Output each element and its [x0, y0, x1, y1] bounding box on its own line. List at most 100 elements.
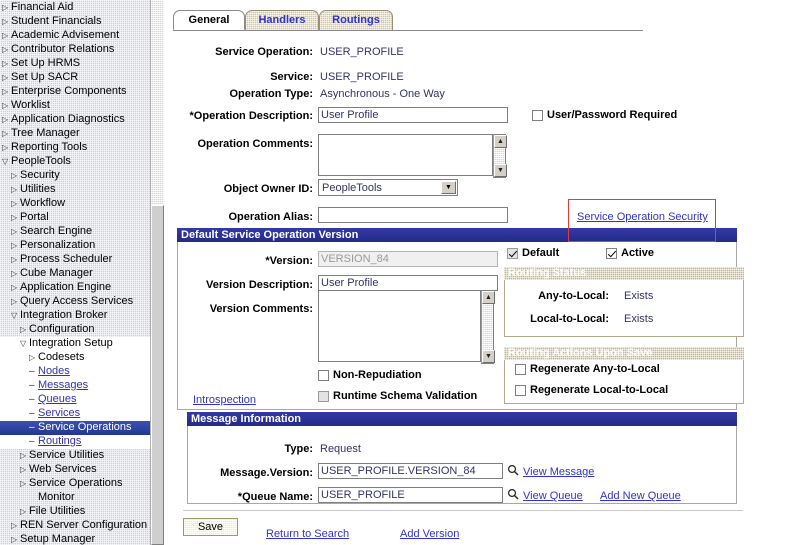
sidebar-item-student-financials[interactable]: ▷ Student Financials	[0, 15, 150, 29]
regenerate-local-to-local-checkbox[interactable]: Regenerate Local-to-Local	[515, 384, 668, 396]
sidebar-item-label: Web Services	[29, 463, 97, 475]
sidebar-item-routings[interactable]: – Routings	[0, 435, 150, 449]
sidebar-item-portal[interactable]: ▷ Portal	[0, 211, 150, 225]
operation-comments-textarea[interactable]	[318, 134, 493, 176]
active-checkbox[interactable]: Active	[606, 247, 654, 259]
sidebar-item-integration-broker[interactable]: ▽ Integration Broker	[0, 309, 150, 323]
object-owner-id-select[interactable]: PeopleTools ▼	[318, 179, 458, 196]
add-version-link[interactable]: Add Version	[400, 528, 459, 540]
tab-handlers[interactable]: Handlers	[245, 10, 319, 30]
search-icon[interactable]	[507, 464, 519, 476]
save-button-label: Save	[197, 521, 224, 533]
sidebar-item-web-services[interactable]: ▷ Web Services	[0, 463, 150, 477]
sidebar-item-workflow[interactable]: ▷ Workflow	[0, 197, 150, 211]
local-to-local-value: Exists	[624, 313, 654, 325]
sidebar-item-academic-advisement[interactable]: ▷ Academic Advisement	[0, 29, 150, 43]
save-button[interactable]: Save	[183, 518, 238, 536]
tab-general[interactable]: General	[173, 10, 245, 30]
sidebar-item-monitor[interactable]: Monitor	[0, 491, 150, 505]
sidebar-item-contributor-relations[interactable]: ▷ Contributor Relations	[0, 43, 150, 57]
checkbox-box	[507, 247, 518, 259]
sidebar-item-messages[interactable]: – Messages	[0, 379, 150, 393]
sidebar-item-cube-manager[interactable]: ▷ Cube Manager	[0, 267, 150, 281]
sidebar-item-enterprise-components[interactable]: ▷ Enterprise Components	[0, 85, 150, 99]
sidebar-item-security[interactable]: ▷ Security	[0, 169, 150, 183]
checkbox-box	[515, 363, 526, 375]
queue-name-input[interactable]	[318, 487, 503, 503]
view-queue-link[interactable]: View Queue	[523, 490, 583, 502]
sidebar-item-tree-manager[interactable]: ▷ Tree Manager	[0, 127, 150, 141]
sidebar-item-label: Service Operations	[38, 421, 132, 433]
operation-type-value: Asynchronous - One Way	[320, 88, 445, 100]
version-comments-label: Version Comments:	[209, 303, 313, 315]
tab-routings[interactable]: Routings	[319, 10, 393, 30]
chevron-right-icon: ▷	[20, 479, 27, 488]
sidebar-item-configuration[interactable]: ▷ Configuration	[0, 323, 150, 337]
sidebar-item-service-operations[interactable]: – Service Operations	[0, 421, 150, 435]
sidebar-item-setup-manager[interactable]: ▷ Setup Manager	[0, 533, 150, 545]
operation-description-input[interactable]	[318, 107, 508, 123]
message-version-input[interactable]	[318, 463, 503, 479]
chevron-right-icon: ▷	[11, 185, 18, 194]
scroll-up-icon[interactable]: ▲	[494, 135, 507, 148]
non-repudiation-label: Non-Repudiation	[333, 369, 422, 381]
sidebar-item-worklist[interactable]: ▷ Worklist	[0, 99, 150, 113]
regenerate-any-to-local-checkbox[interactable]: Regenerate Any-to-Local	[515, 363, 660, 375]
sidebar-item-services[interactable]: – Services	[0, 407, 150, 421]
sidebar-item-service-operations[interactable]: ▷ Service Operations	[0, 477, 150, 491]
sidebar-item-query-access-services[interactable]: ▷ Query Access Services	[0, 295, 150, 309]
peoplesoft-page: ▷ Financial Aid ▷ Student Financials ▷ Academ…	[0, 0, 789, 545]
service-operation-security-link[interactable]: Service Operation Security	[577, 211, 708, 223]
scroll-down-icon[interactable]: ▼	[494, 164, 507, 177]
message-type-value: Request	[320, 443, 361, 455]
sidebar-item-utilities[interactable]: ▷ Utilities	[0, 183, 150, 197]
introspection-link[interactable]: Introspection	[193, 394, 256, 406]
checkbox-box	[515, 384, 526, 396]
chevron-right-icon: ▷	[11, 535, 18, 544]
page-vertical-scrollbar[interactable]	[150, 0, 164, 545]
sidebar-item-codesets[interactable]: ▷ Codesets	[0, 351, 150, 365]
search-icon[interactable]	[507, 488, 519, 500]
service-operation-label: Service Operation:	[215, 46, 313, 58]
sidebar-item-search-engine[interactable]: ▷ Search Engine	[0, 225, 150, 239]
sidebar-item-reporting-tools[interactable]: ▷ Reporting Tools	[0, 141, 150, 155]
sidebar-item-ren-server-configuration[interactable]: ▷ REN Server Configuration	[0, 519, 150, 533]
sidebar-item-process-scheduler[interactable]: ▷ Process Scheduler	[0, 253, 150, 267]
sidebar-item-label: Process Scheduler	[20, 253, 113, 265]
version-comments-textarea[interactable]	[318, 290, 481, 362]
scroll-down-icon[interactable]: ▼	[482, 350, 495, 363]
sidebar-item-queues[interactable]: – Queues	[0, 393, 150, 407]
sidebar-item-file-utilities[interactable]: ▷ File Utilities	[0, 505, 150, 519]
add-new-queue-link[interactable]: Add New Queue	[600, 490, 681, 502]
sidebar-item-peopletools[interactable]: ▽ PeopleTools	[0, 155, 150, 169]
sidebar-item-service-utilities[interactable]: ▷ Service Utilities	[0, 449, 150, 463]
sidebar-item-set-up-hrms[interactable]: ▷ Set Up HRMS	[0, 57, 150, 71]
non-repudiation-checkbox[interactable]: Non-Repudiation	[318, 369, 422, 381]
version-comments-scrollbar[interactable]: ▲ ▼	[481, 290, 495, 364]
message-version-label: Message.Version:	[220, 467, 313, 479]
sidebar-item-personalization[interactable]: ▷ Personalization	[0, 239, 150, 253]
scrollbar-thumb[interactable]	[151, 205, 164, 545]
sidebar-item-nodes[interactable]: – Nodes	[0, 365, 150, 379]
sidebar-item-financial-aid[interactable]: ▷ Financial Aid	[0, 1, 150, 15]
return-to-search-link[interactable]: Return to Search	[266, 528, 349, 540]
scroll-up-icon[interactable]: ▲	[482, 291, 495, 304]
sidebar-item-label: Set Up SACR	[11, 71, 79, 83]
user-password-required-checkbox[interactable]: User/Password Required	[532, 109, 677, 121]
sidebar-item-label: Codesets	[38, 351, 85, 363]
sidebar-item-set-up-sacr[interactable]: ▷ Set Up SACR	[0, 71, 150, 85]
default-service-operation-version-header: Default Service Operation Version	[177, 228, 737, 242]
chevron-down-icon[interactable]: ▼	[441, 181, 456, 194]
sidebar-item-application-engine[interactable]: ▷ Application Engine	[0, 281, 150, 295]
sidebar-item-integration-setup[interactable]: ▽ Integration Setup	[0, 337, 150, 351]
operation-alias-input[interactable]	[318, 207, 508, 223]
any-to-local-label: Any-to-Local:	[538, 290, 609, 302]
chevron-right-icon: ▷	[2, 31, 9, 40]
version-description-input[interactable]	[318, 275, 498, 291]
sidebar-item-label: Student Financials	[11, 15, 102, 27]
routing-actions-header: Routing Actions Upon Save	[504, 347, 744, 360]
sidebar-item-application-diagnostics[interactable]: ▷ Application Diagnostics	[0, 113, 150, 127]
operation-comments-scrollbar[interactable]: ▲ ▼	[493, 134, 507, 178]
view-message-link[interactable]: View Message	[523, 466, 594, 478]
default-checkbox[interactable]: Default	[507, 247, 559, 259]
